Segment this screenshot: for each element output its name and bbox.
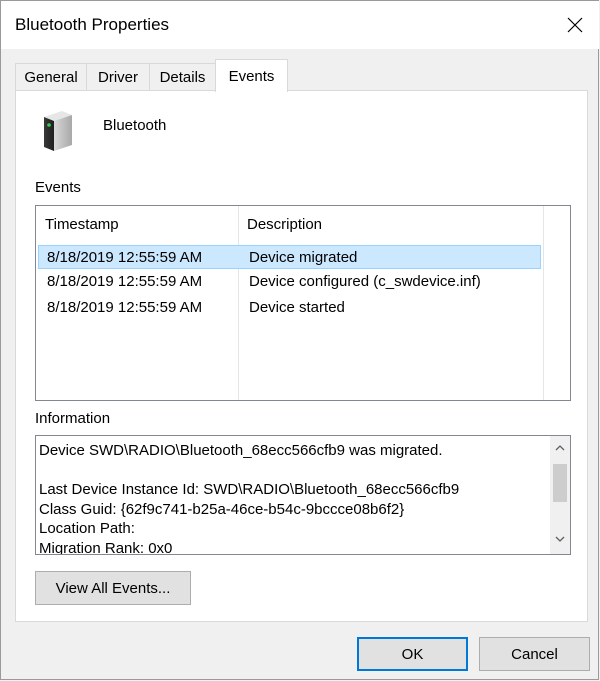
- information-label: Information: [35, 410, 111, 427]
- scroll-down-button[interactable]: [550, 529, 570, 549]
- bluetooth-device-icon: [44, 111, 72, 151]
- column-header-timestamp[interactable]: Timestamp: [36, 206, 238, 242]
- tab-label: Details: [159, 69, 206, 86]
- chevron-up-icon: [555, 445, 565, 451]
- row-timestamp: 8/18/2019 12:55:59 AM: [47, 249, 203, 266]
- tab-details[interactable]: Details: [149, 63, 216, 91]
- title-bar: Bluetooth Properties: [1, 1, 599, 49]
- row-description: Device configured (c_swdevice.inf): [249, 273, 481, 290]
- tab-label: Driver: [98, 69, 138, 86]
- tab-events[interactable]: Events: [215, 59, 288, 92]
- events-label: Events: [35, 179, 81, 196]
- tab-label: Events: [228, 67, 275, 85]
- chevron-down-icon: [555, 536, 565, 542]
- scroll-up-button[interactable]: [550, 438, 570, 458]
- table-row[interactable]: 8/18/2019 12:55:59 AM Device started: [38, 296, 541, 320]
- column-divider: [543, 206, 544, 400]
- row-description: Device migrated: [249, 249, 358, 266]
- close-button[interactable]: [551, 1, 599, 49]
- row-description: Device started: [249, 299, 345, 316]
- table-row[interactable]: 8/18/2019 12:55:59 AM Device migrated: [38, 245, 541, 269]
- device-name: Bluetooth: [103, 117, 167, 134]
- tab-label: General: [24, 69, 78, 86]
- ok-button[interactable]: OK: [357, 637, 468, 671]
- close-icon: [567, 17, 583, 33]
- cancel-button[interactable]: Cancel: [479, 637, 590, 671]
- row-timestamp: 8/18/2019 12:55:59 AM: [47, 299, 203, 316]
- tab-general[interactable]: General: [15, 63, 87, 91]
- events-tab-panel: Bluetooth Events Timestamp Description 8…: [15, 90, 588, 622]
- vertical-scrollbar[interactable]: [550, 436, 570, 554]
- row-timestamp: 8/18/2019 12:55:59 AM: [47, 273, 203, 290]
- scrollbar-thumb[interactable]: [553, 464, 567, 502]
- events-list[interactable]: Timestamp Description 8/18/2019 12:55:59…: [35, 205, 571, 401]
- table-row[interactable]: 8/18/2019 12:55:59 AM Device configured …: [38, 270, 541, 294]
- column-header-description[interactable]: Description: [238, 206, 543, 242]
- view-all-events-button[interactable]: View All Events...: [35, 571, 191, 605]
- information-text: Device SWD\RADIO\Bluetooth_68ecc566cfb9 …: [39, 442, 460, 555]
- window-title: Bluetooth Properties: [15, 15, 170, 34]
- properties-dialog: Bluetooth Properties General Driver Deta…: [0, 0, 599, 680]
- tab-driver[interactable]: Driver: [86, 63, 150, 91]
- list-header: Timestamp Description: [36, 206, 570, 242]
- information-textbox[interactable]: Device SWD\RADIO\Bluetooth_68ecc566cfb9 …: [35, 435, 571, 555]
